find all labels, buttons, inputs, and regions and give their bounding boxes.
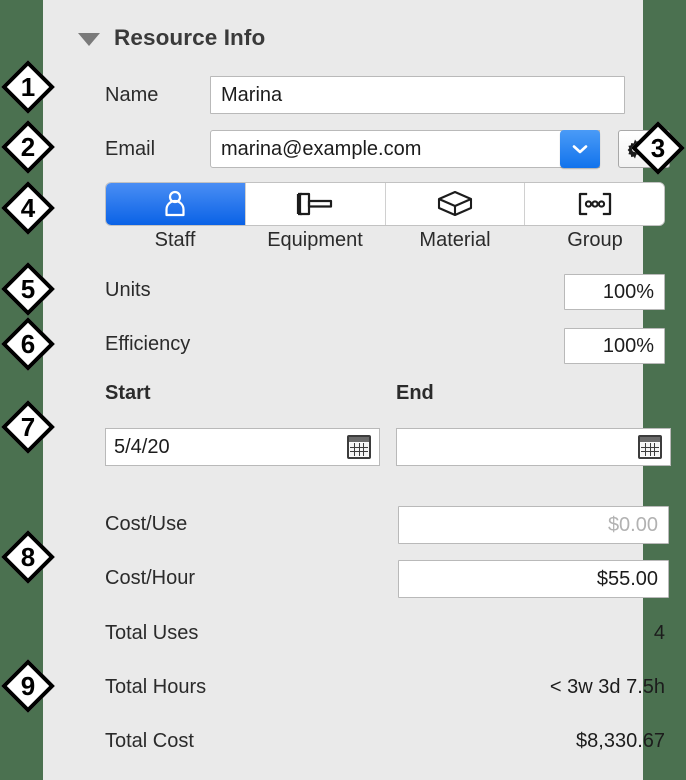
tab-label-equipment[interactable]: Equipment [245, 229, 385, 257]
tab-label-row: Staff Equipment Material Group [105, 229, 665, 257]
group-brackets-icon [578, 192, 611, 216]
cost-hour-label: Cost/Hour [105, 567, 196, 589]
callout-badge-5: 5 [0, 261, 56, 317]
callout-number: 3 [650, 133, 666, 163]
callout-badge-6: 6 [0, 316, 56, 372]
total-hours-label: Total Hours [105, 676, 207, 698]
cost-use-input[interactable]: $0.00 [398, 506, 669, 544]
callout-number: 8 [20, 542, 36, 572]
callout-number: 6 [20, 329, 36, 359]
email-combobox[interactable]: marina@example.com [210, 130, 600, 168]
callout-badge-1: 1 [0, 59, 56, 115]
total-hours-value: < 3w 3d 7.5h [549, 676, 665, 698]
total-uses-label: Total Uses [105, 622, 199, 644]
tab-equipment[interactable] [245, 183, 386, 225]
tab-label-staff[interactable]: Staff [105, 229, 245, 257]
hammer-icon [297, 192, 333, 216]
screenshot-root: Resource Info Name Marina Email marina@e… [0, 0, 686, 780]
email-label: Email [105, 138, 156, 160]
email-input[interactable]: marina@example.com [210, 130, 600, 168]
total-uses-value: 4 [653, 622, 665, 644]
callout-number: 9 [20, 671, 36, 701]
resource-info-panel: Resource Info Name Marina Email marina@e… [43, 0, 671, 780]
callout-badge-9: 9 [0, 658, 56, 714]
calendar-icon[interactable] [638, 435, 662, 459]
cube-icon [437, 190, 472, 217]
tab-group[interactable] [525, 183, 664, 225]
cost-hour-input[interactable]: $55.00 [398, 560, 669, 598]
person-icon [165, 190, 185, 217]
tab-staff[interactable] [106, 183, 246, 225]
callout-badge-3: 3 [630, 120, 686, 176]
triangle-down-icon[interactable] [78, 32, 100, 46]
units-label: Units [105, 279, 151, 301]
efficiency-label: Efficiency [105, 333, 191, 355]
callout-badge-2: 2 [0, 119, 56, 175]
callout-badge-8: 8 [0, 529, 56, 585]
resource-type-tabs[interactable] [105, 182, 665, 226]
efficiency-input[interactable]: 100% [564, 328, 665, 364]
total-cost-value: $8,330.67 [576, 730, 665, 752]
start-date-input[interactable]: 5/4/20 [105, 428, 380, 466]
tab-material[interactable] [385, 183, 526, 225]
units-input[interactable]: 100% [564, 274, 665, 310]
calendar-icon[interactable] [347, 435, 371, 459]
callout-number: 4 [20, 193, 36, 223]
end-label: End [396, 382, 434, 404]
cost-use-label: Cost/Use [105, 513, 188, 535]
callout-badge-4: 4 [0, 180, 56, 236]
start-date-value: 5/4/20 [114, 435, 170, 458]
callout-number: 5 [20, 274, 36, 304]
name-label: Name [105, 84, 159, 106]
section-header[interactable]: Resource Info [78, 22, 265, 54]
page-title: Resource Info [114, 25, 266, 50]
name-input[interactable]: Marina [210, 76, 625, 114]
end-date-input[interactable] [396, 428, 671, 466]
callout-number: 7 [20, 412, 36, 442]
tab-label-material[interactable]: Material [385, 229, 525, 257]
callout-number: 1 [20, 72, 36, 102]
total-cost-label: Total Cost [105, 730, 194, 752]
start-label: Start [105, 382, 151, 404]
callout-number: 2 [20, 132, 36, 162]
callout-badge-7: 7 [0, 399, 56, 455]
tab-label-group[interactable]: Group [525, 229, 665, 257]
chevron-down-icon[interactable] [560, 130, 600, 168]
